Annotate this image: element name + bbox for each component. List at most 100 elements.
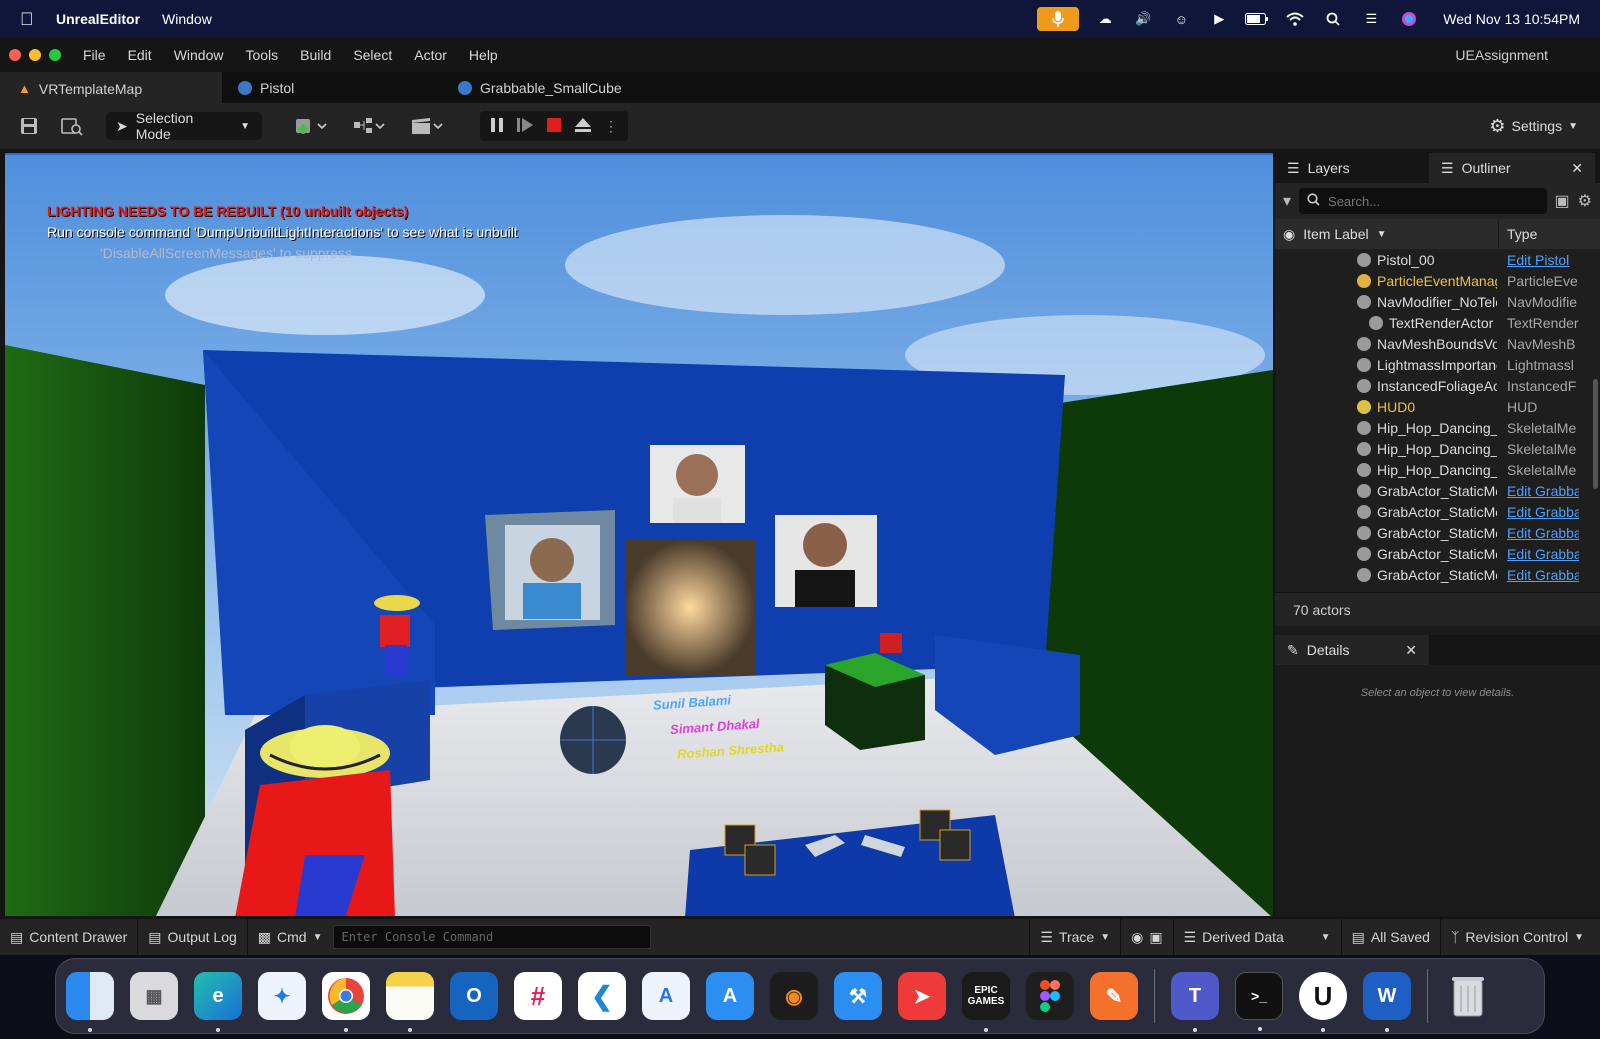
control-center-icon[interactable]: ☰	[1359, 10, 1383, 28]
step-frame-icon[interactable]	[516, 117, 534, 136]
xcode-icon[interactable]: ⚒	[834, 972, 882, 1020]
app-menu-name[interactable]: UnrealEditor	[56, 11, 140, 27]
close-window-button[interactable]	[9, 49, 21, 61]
level-viewport[interactable]: LIGHTING NEEDS TO BE REBUILT (10 unbuilt…	[5, 153, 1273, 916]
clock[interactable]: Wed Nov 13 10:54PM	[1443, 11, 1580, 27]
terminal-icon[interactable]: >_	[1235, 972, 1283, 1031]
instruments-icon[interactable]: A	[642, 972, 690, 1020]
outliner-row[interactable]: TextRenderActor TextRender	[1275, 312, 1600, 333]
outliner-row[interactable]: Hip_Hop_Dancing_An SkeletalMe	[1275, 417, 1600, 438]
wifi-icon[interactable]	[1283, 10, 1307, 28]
epic-games-icon[interactable]: EPIC GAMES	[962, 972, 1010, 1032]
outliner-row[interactable]: ParticleEventManager ParticleEve	[1275, 270, 1600, 291]
cmd-dropdown[interactable]: ▩ Cmd ▼	[248, 919, 333, 955]
siri-icon[interactable]	[1397, 10, 1421, 28]
unreal-engine-icon[interactable]: U	[1299, 972, 1347, 1032]
minimize-window-button[interactable]	[29, 49, 41, 61]
launchpad-icon[interactable]: ▦	[130, 972, 178, 1020]
outliner-list[interactable]: Pistol_00 Edit Pistol ParticleEventManager…	[1275, 249, 1600, 592]
column-item-label[interactable]: Item Label	[1303, 226, 1368, 242]
menu-actor[interactable]: Actor	[414, 47, 447, 63]
actor-type[interactable]: Edit Grabba	[1507, 504, 1579, 520]
outliner-row[interactable]: Hip_Hop_Dancing_An SkeletalMe	[1275, 459, 1600, 480]
cinematics-icon[interactable]	[406, 111, 448, 141]
menu-window[interactable]: Window	[174, 47, 224, 63]
outliner-row[interactable]: HUD0 HUD	[1275, 396, 1600, 417]
vscode-icon[interactable]: ❮	[578, 972, 626, 1020]
all-saved-button[interactable]: ▤ All Saved	[1342, 919, 1441, 955]
word-icon[interactable]: W	[1363, 972, 1411, 1032]
simulator-icon[interactable]: A	[706, 972, 754, 1020]
column-type[interactable]: Type	[1499, 226, 1537, 242]
actor-type[interactable]: Edit Grabba	[1507, 525, 1579, 541]
outlook-icon[interactable]: O	[450, 972, 498, 1020]
slack-icon[interactable]: #	[514, 972, 562, 1020]
outliner-row[interactable]: LightmassImportance Lightmassl	[1275, 354, 1600, 375]
trash-icon[interactable]	[1444, 972, 1492, 1020]
outliner-row[interactable]: InstancedFoliageActo InstancedF	[1275, 375, 1600, 396]
apple-icon[interactable]: 	[20, 9, 42, 30]
outliner-scrollbar[interactable]	[1593, 379, 1598, 489]
actor-type[interactable]: Edit Grabba	[1507, 546, 1579, 562]
outliner-row[interactable]: Pistol_00 Edit Pistol	[1275, 249, 1600, 270]
finder-icon[interactable]	[66, 972, 114, 1032]
filter-icon[interactable]: ▾	[1283, 191, 1291, 211]
user-icon[interactable]: ☺	[1169, 10, 1193, 28]
close-icon[interactable]: ✕	[1571, 160, 1583, 177]
blender-icon[interactable]: ◉	[770, 972, 818, 1020]
pause-icon[interactable]	[490, 117, 504, 136]
derived-data-dropdown[interactable]: ☰ Derived Data ▼	[1174, 919, 1342, 955]
actor-type[interactable]: Edit Grabba	[1507, 567, 1579, 583]
tab-layers[interactable]: ☰ Layers	[1275, 153, 1429, 183]
content-drawer-button[interactable]: ▤ Content Drawer	[0, 919, 139, 955]
menu-build[interactable]: Build	[300, 47, 331, 63]
pen-tool-icon[interactable]: ✎	[1090, 972, 1138, 1020]
menu-tools[interactable]: Tools	[245, 47, 278, 63]
close-icon[interactable]: ✕	[1405, 642, 1417, 659]
mac-menu-window[interactable]: Window	[162, 11, 212, 27]
outliner-row[interactable]: GrabActor_StaticMesl Edit Grabba	[1275, 501, 1600, 522]
record-icons[interactable]: ◉ ▣	[1121, 919, 1174, 955]
stop-icon[interactable]	[546, 117, 562, 136]
menu-edit[interactable]: Edit	[128, 47, 152, 63]
outliner-row[interactable]: Hip_Hop_Dancing_An SkeletalMe	[1275, 438, 1600, 459]
new-folder-icon[interactable]: ▣	[1555, 191, 1570, 211]
notes-icon[interactable]	[386, 972, 434, 1032]
eject-icon[interactable]	[574, 117, 592, 136]
blueprints-icon[interactable]	[348, 111, 390, 141]
actor-type[interactable]: Edit Pistol	[1507, 252, 1579, 268]
revision-control-dropdown[interactable]: ᛉ Revision Control ▼	[1441, 919, 1600, 955]
battery-icon[interactable]	[1245, 10, 1269, 28]
figma-icon[interactable]	[1026, 972, 1074, 1020]
play-icon[interactable]: ▶	[1207, 10, 1231, 28]
tab-grabbable-smallcube[interactable]: Grabbable_SmallCube	[442, 72, 638, 103]
volume-icon[interactable]: 🔊	[1131, 10, 1155, 28]
tab-pistol[interactable]: Pistol	[222, 72, 442, 103]
output-log-button[interactable]: ▤ Output Log	[138, 919, 248, 955]
browse-content-icon[interactable]	[58, 111, 86, 141]
outliner-row[interactable]: GrabActor_StaticMesl Edit Grabba	[1275, 543, 1600, 564]
visibility-eye-icon[interactable]: ◉	[1283, 226, 1295, 243]
outliner-row[interactable]: NavModifier_NoTelep NavModifie	[1275, 291, 1600, 312]
teams-icon[interactable]: T	[1171, 972, 1219, 1032]
save-icon[interactable]	[16, 111, 42, 141]
microphone-icon[interactable]	[1037, 7, 1080, 31]
spotlight-search-icon[interactable]	[1321, 10, 1345, 28]
tab-outliner[interactable]: ☰ Outliner ✕	[1429, 153, 1595, 183]
menu-select[interactable]: Select	[353, 47, 392, 63]
outliner-row[interactable]: GrabActor_StaticMesl Edit Grabba	[1275, 480, 1600, 501]
outliner-row[interactable]: GrabActor_StaticMesl Edit Grabba	[1275, 564, 1600, 585]
menu-file[interactable]: File	[83, 47, 106, 63]
edge-icon[interactable]: e	[194, 972, 242, 1032]
weather-icon[interactable]: ☁	[1093, 10, 1117, 28]
more-options-icon[interactable]: ⋮	[604, 118, 618, 135]
trace-dropdown[interactable]: ☰ Trace ▼	[1029, 919, 1122, 955]
safari-icon[interactable]: ✦	[258, 972, 306, 1020]
chrome-icon[interactable]	[322, 972, 370, 1032]
menu-help[interactable]: Help	[469, 47, 498, 63]
settings-button[interactable]: ⚙ Settings ▼	[1489, 116, 1578, 137]
tab-vrtemplatemap[interactable]: ▲ VRTemplateMap	[0, 72, 222, 103]
outliner-row[interactable]: GrabActor_StaticMesl Edit Grabba	[1275, 522, 1600, 543]
zoom-window-button[interactable]	[49, 49, 61, 61]
outliner-search-input[interactable]: Search...	[1299, 188, 1547, 214]
